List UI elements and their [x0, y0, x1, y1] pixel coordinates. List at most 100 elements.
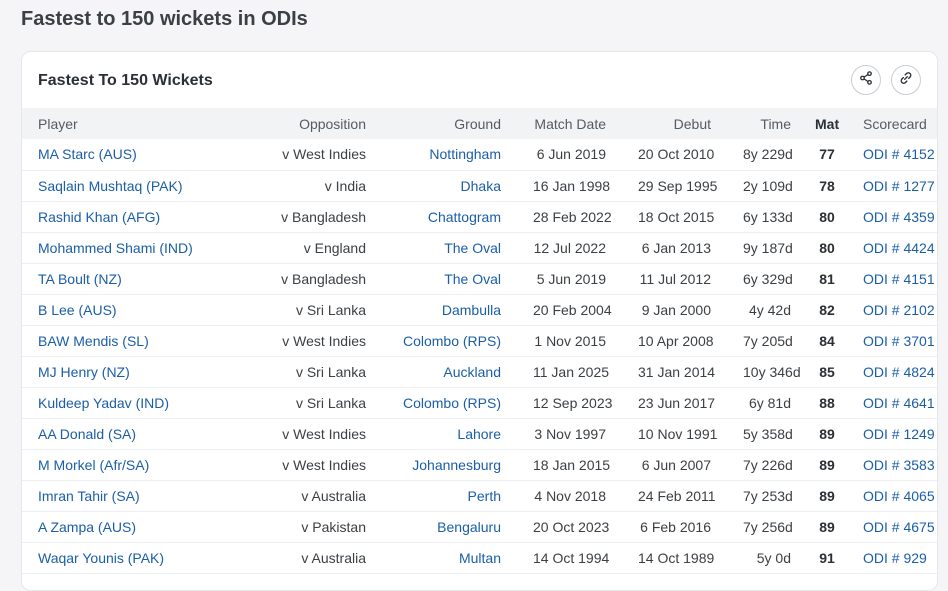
- player-link[interactable]: Saqlain Mushtaq (PAK): [22, 170, 262, 201]
- player-link[interactable]: TA Boult (NZ): [22, 263, 262, 294]
- debut-cell: 18 Oct 2015: [638, 208, 715, 225]
- table-row: Imran Tahir (SA) v Australia Perth 4 Nov 20…: [22, 480, 937, 511]
- copy-link-button[interactable]: [891, 65, 921, 95]
- ground-link[interactable]: Bengaluru: [382, 511, 517, 542]
- time-cell: 5y 358d: [743, 425, 793, 442]
- opposition-cell: v India: [324, 177, 366, 194]
- scorecard-link[interactable]: ODI # 3583: [847, 449, 937, 480]
- ground-link[interactable]: The Oval: [382, 232, 517, 263]
- page-title: Fastest to 150 wickets in ODIs: [21, 8, 308, 30]
- scorecard-link[interactable]: ODI # 929: [847, 542, 937, 573]
- opposition-cell: v Bangladesh: [281, 208, 366, 225]
- debut-cell: 10 Nov 1991: [638, 425, 718, 442]
- opposition-cell: v Australia: [301, 549, 366, 566]
- match-date-cell: 6 Jun 2019: [536, 146, 606, 163]
- player-link[interactable]: B Lee (AUS): [22, 294, 262, 325]
- mat-cell: 89: [819, 425, 835, 442]
- table-row: Kuldeep Yadav (IND) v Sri Lanka Colombo (R…: [22, 387, 937, 418]
- share-button[interactable]: [851, 65, 881, 95]
- column-header-match-date[interactable]: Match Date: [517, 108, 622, 139]
- player-link[interactable]: BAW Mendis (SL): [22, 325, 262, 356]
- match-date-cell: 1 Nov 2015: [534, 332, 606, 349]
- column-header-mat[interactable]: Mat: [807, 108, 847, 139]
- debut-cell: 6 Jun 2007: [641, 456, 711, 473]
- player-link[interactable]: Rashid Khan (AFG): [22, 201, 262, 232]
- match-date-cell: 12 Sep 2023: [533, 394, 613, 411]
- player-link[interactable]: Kuldeep Yadav (IND): [22, 387, 262, 418]
- ground-link[interactable]: Colombo (RPS): [382, 387, 517, 418]
- scorecard-link[interactable]: ODI # 1249: [847, 418, 937, 449]
- ground-link[interactable]: Multan: [382, 542, 517, 573]
- opposition-cell: v West Indies: [282, 332, 366, 349]
- player-link[interactable]: AA Donald (SA): [22, 418, 262, 449]
- player-link[interactable]: MA Starc (AUS): [22, 139, 262, 170]
- opposition-cell: v Sri Lanka: [295, 363, 366, 380]
- ground-link[interactable]: Dhaka: [382, 170, 517, 201]
- wickets-table: Player Opposition Ground Match Date Debu…: [22, 108, 937, 574]
- column-header-player[interactable]: Player: [22, 108, 262, 139]
- player-link[interactable]: Waqar Younis (PAK): [22, 542, 262, 573]
- ground-link[interactable]: Colombo (RPS): [382, 325, 517, 356]
- column-header-time[interactable]: Time: [727, 108, 807, 139]
- match-date-cell: 20 Oct 2023: [533, 518, 610, 535]
- ground-link[interactable]: The Oval: [382, 263, 517, 294]
- ground-link[interactable]: Dambulla: [382, 294, 517, 325]
- mat-cell: 80: [819, 208, 835, 225]
- column-header-scorecard[interactable]: Scorecard: [847, 108, 937, 139]
- player-link[interactable]: Mohammed Shami (IND): [22, 232, 262, 263]
- scorecard-link[interactable]: ODI # 4065: [847, 480, 937, 511]
- stats-card: Fastest To 150 Wickets Player Opposition…: [21, 51, 938, 591]
- player-link[interactable]: Imran Tahir (SA): [22, 480, 262, 511]
- scorecard-link[interactable]: ODI # 4675: [847, 511, 937, 542]
- match-date-cell: 16 Jan 1998: [533, 177, 611, 194]
- mat-cell: 89: [819, 456, 835, 473]
- match-date-cell: 5 Jun 2019: [536, 270, 606, 287]
- scorecard-link[interactable]: ODI # 4152: [847, 139, 937, 170]
- column-header-debut[interactable]: Debut: [622, 108, 727, 139]
- scorecard-link[interactable]: ODI # 4424: [847, 232, 937, 263]
- ground-link[interactable]: Perth: [382, 480, 517, 511]
- time-cell: 8y 229d: [743, 146, 793, 163]
- opposition-cell: v West Indies: [282, 146, 366, 163]
- scorecard-link[interactable]: ODI # 3701: [847, 325, 937, 356]
- scorecard-link[interactable]: ODI # 4641: [847, 387, 937, 418]
- opposition-cell: v West Indies: [282, 425, 366, 442]
- scorecard-link[interactable]: ODI # 4151: [847, 263, 937, 294]
- mat-cell: 88: [819, 394, 835, 411]
- mat-cell: 80: [819, 239, 835, 256]
- scorecard-link[interactable]: ODI # 2102: [847, 294, 937, 325]
- mat-cell: 85: [819, 363, 835, 380]
- player-link[interactable]: M Morkel (Afr/SA): [22, 449, 262, 480]
- debut-cell: 10 Apr 2008: [638, 332, 714, 349]
- time-cell: 10y 346d: [743, 363, 801, 380]
- share-icon: [859, 70, 873, 90]
- match-date-cell: 20 Feb 2004: [533, 301, 612, 318]
- ground-link[interactable]: Nottingham: [382, 139, 517, 170]
- player-link[interactable]: A Zampa (AUS): [22, 511, 262, 542]
- mat-cell: 82: [819, 301, 835, 318]
- opposition-cell: v Sri Lanka: [295, 301, 366, 318]
- table-row: A Zampa (AUS) v Pakistan Bengaluru 20 Oct 2…: [22, 511, 937, 542]
- time-cell: 7y 226d: [743, 456, 793, 473]
- time-cell: 7y 256d: [743, 518, 793, 535]
- time-cell: 7y 253d: [743, 487, 793, 504]
- ground-link[interactable]: Auckland: [382, 356, 517, 387]
- time-cell: 6y 133d: [743, 208, 793, 225]
- column-header-ground[interactable]: Ground: [382, 108, 517, 139]
- match-date-cell: 11 Jan 2025: [533, 363, 610, 380]
- ground-link[interactable]: Johannesburg: [382, 449, 517, 480]
- opposition-cell: v Pakistan: [301, 518, 366, 535]
- ground-link[interactable]: Lahore: [382, 418, 517, 449]
- scorecard-link[interactable]: ODI # 4824: [847, 356, 937, 387]
- time-cell: 7y 205d: [743, 332, 793, 349]
- debut-cell: 9 Jan 2000: [641, 301, 711, 318]
- table-header-row: Player Opposition Ground Match Date Debu…: [22, 108, 937, 139]
- column-header-opposition[interactable]: Opposition: [262, 108, 382, 139]
- scorecard-link[interactable]: ODI # 1277: [847, 170, 937, 201]
- opposition-cell: v West Indies: [282, 456, 366, 473]
- ground-link[interactable]: Chattogram: [382, 201, 517, 232]
- time-cell: 2y 109d: [743, 177, 793, 194]
- player-link[interactable]: MJ Henry (NZ): [22, 356, 262, 387]
- scorecard-link[interactable]: ODI # 4359: [847, 201, 937, 232]
- table-row: B Lee (AUS) v Sri Lanka Dambulla 20 Feb 200…: [22, 294, 937, 325]
